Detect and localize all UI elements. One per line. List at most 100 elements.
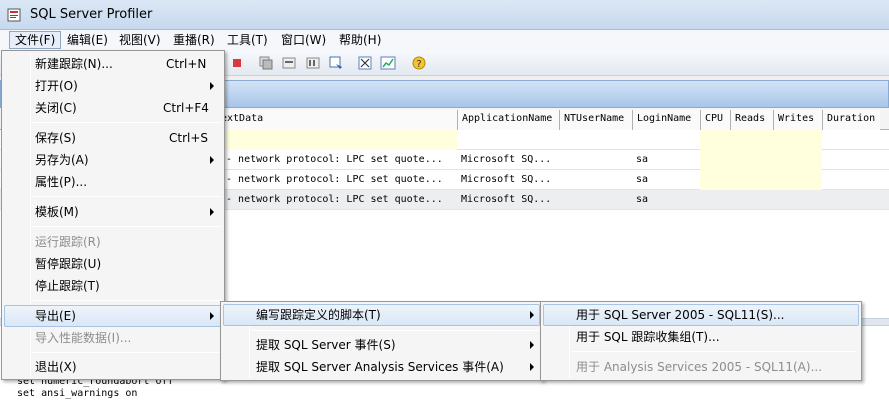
menu-item-save[interactable]: 保存(S) Ctrl+S <box>4 127 222 149</box>
menu-item-close[interactable]: 关闭(C) Ctrl+F4 <box>4 97 222 119</box>
menu-item-label: 属性(P)... <box>35 175 88 189</box>
table-cell <box>700 130 822 150</box>
cell-metrics <box>700 150 822 170</box>
menu-item-label: 新建跟踪(N)... <box>35 57 113 71</box>
menu-item-label: 暂停跟踪(U) <box>35 257 102 271</box>
menu-item-extract-analysis-services-events[interactable]: 提取 SQL Server Analysis Services 事件(A) <box>223 356 540 378</box>
menu-replay[interactable]: 重播(R) <box>168 31 220 49</box>
submenu-arrow-icon <box>210 312 214 320</box>
window-title: SQL Server Profiler <box>30 7 153 22</box>
menu-item-label: 运行跟踪(R) <box>35 235 101 249</box>
menu-item-analysis-services-2005[interactable]: 用于 Analysis Services 2005 - SQL11(A)... <box>543 356 859 378</box>
find-icon[interactable] <box>328 55 344 71</box>
menu-item-label: 提取 SQL Server 事件(S) <box>256 338 396 352</box>
menu-separator <box>571 351 857 352</box>
submenu-arrow-icon <box>530 341 534 349</box>
clear-trace-icon[interactable] <box>258 55 274 71</box>
cell-ntusername <box>559 190 632 210</box>
menu-edit[interactable]: 编辑(E) <box>62 31 113 49</box>
menu-item-properties[interactable]: 属性(P)... <box>4 171 222 193</box>
event-selection-icon[interactable] <box>357 55 373 71</box>
cell-loginname: sa <box>636 194 649 205</box>
stop-trace-icon[interactable] <box>229 55 245 71</box>
cell-applicationname: Microsoft SQ... <box>461 194 552 205</box>
cell-loginname: sa <box>636 174 649 185</box>
submenu-arrow-icon <box>530 363 534 371</box>
menu-item-pause-trace[interactable]: 暂停跟踪(U) <box>4 253 222 275</box>
menu-item-extract-sql-events[interactable]: 提取 SQL Server 事件(S) <box>223 334 540 356</box>
menu-item-shortcut: Ctrl+S <box>169 131 209 145</box>
menu-item-templates[interactable]: 模板(M) <box>4 201 222 223</box>
menu-item-shortcut: Ctrl+F4 <box>163 101 209 115</box>
chart-icon[interactable] <box>380 55 396 71</box>
menu-item-save-as[interactable]: 另存为(A) <box>4 149 222 171</box>
submenu-arrow-icon <box>530 311 534 319</box>
menu-help[interactable]: 帮助(H) <box>334 31 386 49</box>
cell-textdata: -- network protocol: LPC set quote... <box>220 174 443 185</box>
menu-item-new-trace[interactable]: 新建跟踪(N)... Ctrl+N <box>4 53 222 75</box>
code-line: set ansi_warnings on <box>17 388 138 399</box>
menu-view[interactable]: 视图(V) <box>114 31 166 49</box>
menu-separator <box>251 330 539 331</box>
column-header-applicationname[interactable]: ApplicationName <box>457 110 559 130</box>
column-header-loginname[interactable]: LoginName <box>632 110 700 130</box>
cell-applicationname: Microsoft SQ... <box>461 154 552 165</box>
menu-item-stop-trace[interactable]: 停止跟踪(T) <box>4 275 222 297</box>
menu-separator <box>32 122 222 123</box>
menu-item-script-trace-definition[interactable]: 编写跟踪定义的脚本(T) <box>223 304 540 326</box>
cell-loginname: sa <box>636 154 649 165</box>
submenu-arrow-icon <box>210 82 214 90</box>
menu-item-label: 用于 Analysis Services 2005 - SQL11(A)... <box>576 360 823 374</box>
file-menu: 新建跟踪(N)... Ctrl+N 打开(O) 关闭(C) Ctrl+F4 保存… <box>1 50 225 380</box>
menu-item-label: 导入性能数据(I)... <box>35 331 132 345</box>
menu-item-open[interactable]: 打开(O) <box>4 75 222 97</box>
menu-item-label: 用于 SQL Server 2005 - SQL11(S)... <box>576 308 785 322</box>
menu-item-label: 用于 SQL 跟踪收集组(T)... <box>576 330 720 344</box>
svg-text:?: ? <box>416 59 421 70</box>
menu-item-shortcut: Ctrl+N <box>166 57 207 71</box>
menu-window[interactable]: 窗口(W) <box>276 31 331 49</box>
table-cell <box>216 130 457 150</box>
profiler-app-icon[interactable] <box>7 8 21 22</box>
submenu-arrow-icon <box>210 208 214 216</box>
menu-item-label: 导出(E) <box>35 309 76 323</box>
menu-tools[interactable]: 工具(T) <box>222 31 273 49</box>
menu-separator <box>32 352 222 353</box>
menu-item-import-perf-data[interactable]: 导入性能数据(I)... <box>4 327 222 349</box>
menu-item-label: 保存(S) <box>35 131 76 145</box>
menu-item-sql-server-2005[interactable]: 用于 SQL Server 2005 - SQL11(S)... <box>543 304 859 326</box>
menu-item-export[interactable]: 导出(E) <box>4 305 222 327</box>
properties-icon[interactable] <box>281 55 297 71</box>
cell-textdata: -- network protocol: LPC set quote... <box>220 154 443 165</box>
menu-item-label: 关闭(C) <box>35 101 77 115</box>
menu-file[interactable]: 文件(F) <box>9 31 62 49</box>
column-header-ntusername[interactable]: NTUserName <box>559 110 632 130</box>
column-header-reads[interactable]: Reads <box>730 110 773 130</box>
menu-item-label: 另存为(A) <box>35 153 89 167</box>
export-submenu: 编写跟踪定义的脚本(T) 提取 SQL Server 事件(S) 提取 SQL … <box>220 301 543 381</box>
menu-item-label: 编写跟踪定义的脚本(T) <box>256 308 381 322</box>
column-header-cpu[interactable]: CPU <box>700 110 730 130</box>
menu-item-label: 退出(X) <box>35 360 77 374</box>
menu-bar: 文件(F) 编辑(E) 视图(V) 重播(R) 工具(T) 窗口(W) 帮助(H… <box>0 30 889 50</box>
menu-separator <box>32 196 222 197</box>
menu-separator <box>32 300 222 301</box>
menu-item-run-trace[interactable]: 运行跟踪(R) <box>4 231 222 253</box>
menu-item-trace-collection-set[interactable]: 用于 SQL 跟踪收集组(T)... <box>543 326 859 348</box>
menu-item-exit[interactable]: 退出(X) <box>4 356 222 378</box>
column-header-duration[interactable]: Duration <box>822 110 880 130</box>
template-icon[interactable] <box>305 55 321 71</box>
cell-textdata: -- network protocol: LPC set quote... <box>220 194 443 205</box>
submenu-arrow-icon <box>210 156 214 164</box>
menu-item-label: 模板(M) <box>35 205 79 219</box>
script-trace-submenu: 用于 SQL Server 2005 - SQL11(S)... 用于 SQL … <box>540 301 862 381</box>
help-icon[interactable]: ? <box>411 55 427 71</box>
column-header-textdata[interactable]: extData <box>216 110 457 130</box>
menu-item-label: 打开(O) <box>35 79 78 93</box>
cell-applicationname: Microsoft SQ... <box>461 174 552 185</box>
menu-item-label: 提取 SQL Server Analysis Services 事件(A) <box>256 360 504 374</box>
column-header-writes[interactable]: Writes <box>773 110 822 130</box>
cell-ntusername <box>559 150 632 170</box>
cell-metrics <box>700 170 822 190</box>
cell-ntusername <box>559 170 632 190</box>
